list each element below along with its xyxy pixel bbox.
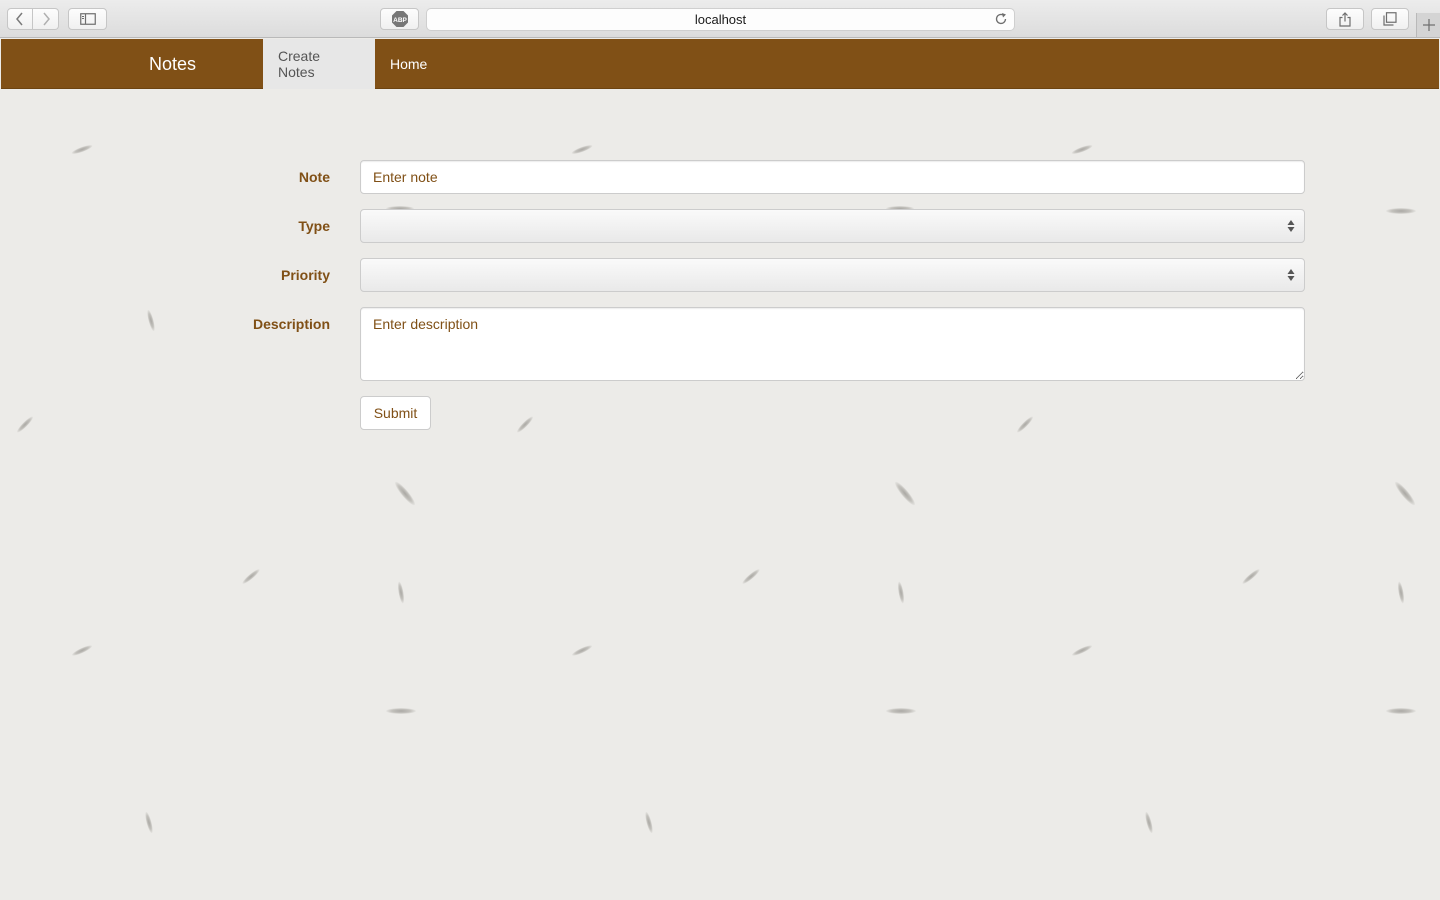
share-icon — [1339, 11, 1351, 27]
select-arrows-icon — [1287, 220, 1295, 232]
brand-link[interactable]: Notes — [149, 39, 196, 89]
nav-home[interactable]: Home — [375, 39, 442, 89]
description-label: Description — [252, 316, 330, 332]
back-button[interactable] — [7, 8, 33, 30]
type-select[interactable] — [360, 209, 1305, 243]
sidebar-icon — [79, 13, 96, 25]
plus-icon — [1422, 19, 1435, 31]
forward-button[interactable] — [33, 8, 59, 30]
adblock-button[interactable]: ABP — [380, 8, 419, 30]
reload-icon[interactable] — [994, 12, 1008, 26]
priority-label: Priority — [280, 267, 330, 283]
share-button[interactable] — [1326, 8, 1364, 30]
note-label: Note — [298, 169, 330, 185]
nav-create-notes[interactable]: Create Notes — [263, 39, 375, 89]
app-navbar: Notes Create Notes Home — [1, 39, 1439, 89]
forward-arrow-icon — [42, 12, 50, 26]
type-label: Type — [298, 218, 330, 234]
sidebar-toggle-button[interactable] — [68, 8, 107, 30]
tabs-icon — [1383, 12, 1397, 26]
adblock-label: ABP — [393, 17, 407, 24]
description-textarea[interactable] — [360, 307, 1305, 381]
submit-button[interactable]: Submit — [360, 396, 431, 430]
show-tabs-button[interactable] — [1371, 8, 1409, 30]
url-text: localhost — [694, 12, 747, 27]
adblock-icon: ABP — [391, 11, 408, 27]
new-tab-button[interactable] — [1416, 13, 1440, 37]
back-arrow-icon — [16, 12, 23, 26]
priority-select[interactable] — [360, 258, 1305, 292]
browser-toolbar: ABP localhost — [0, 0, 1440, 38]
note-input[interactable] — [360, 160, 1305, 194]
address-bar[interactable]: localhost — [426, 8, 1015, 31]
select-arrows-icon — [1287, 269, 1295, 281]
